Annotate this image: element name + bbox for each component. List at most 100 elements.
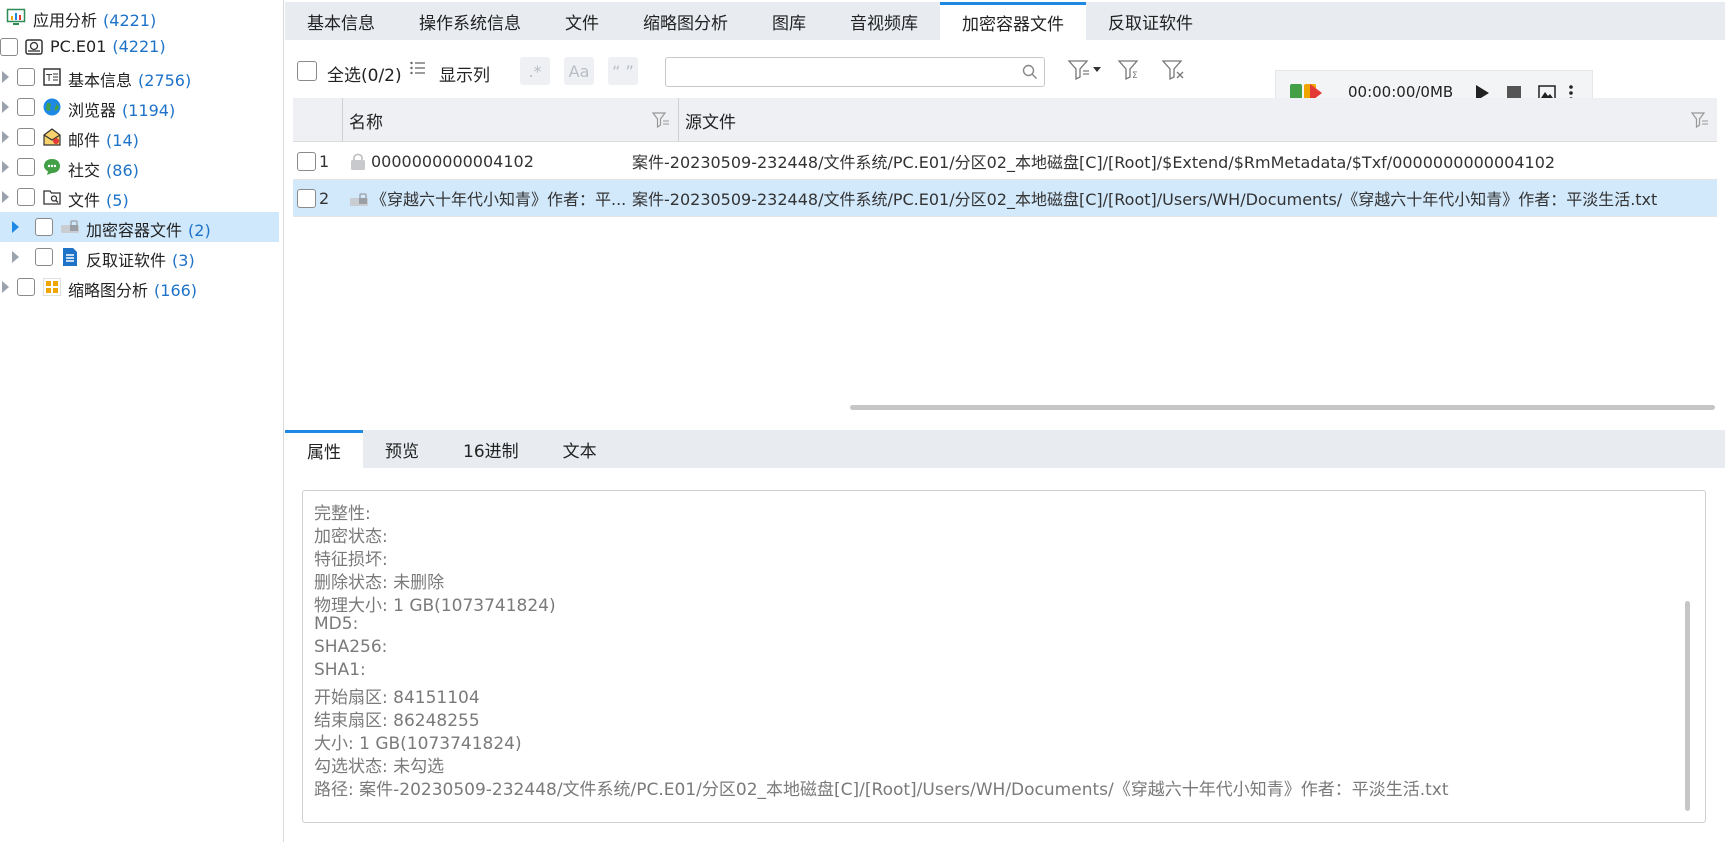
- prop-start-sector: 开始扇区: 84151104: [314, 688, 480, 708]
- grid-header: 名称 源文件: [293, 98, 1717, 142]
- tab-anti-forensics[interactable]: 反取证软件: [1086, 2, 1215, 40]
- tree-checkbox[interactable]: [17, 68, 35, 86]
- tree-count: (3): [172, 251, 195, 270]
- prop-md5: MD5:: [314, 614, 359, 634]
- row-checkbox[interactable]: [297, 189, 316, 208]
- search-input[interactable]: [665, 57, 1045, 87]
- tree-label: 缩略图分析: [68, 281, 149, 300]
- top-tab-bar: 基本信息 操作系统信息 文件 缩略图分析 图库 音视频库 加密容器文件 反取证软…: [285, 2, 1725, 40]
- tree-checkbox[interactable]: [17, 128, 35, 146]
- tab-basic-info[interactable]: 基本信息: [285, 2, 397, 40]
- document-icon: [60, 247, 80, 267]
- expand-arrow-icon[interactable]: [2, 101, 9, 113]
- thumbnail-grid-icon: [42, 277, 62, 297]
- table-row[interactable]: 1 0000000000004102 案件-20230509-232448/文件…: [293, 143, 1717, 180]
- exact-match-button[interactable]: “ ”: [608, 57, 638, 85]
- expand-arrow-icon[interactable]: [2, 281, 9, 293]
- tree-node-social[interactable]: 社交 (86): [0, 152, 279, 182]
- filter-dropdown-icon[interactable]: [1067, 58, 1107, 86]
- lock-icon: [349, 153, 367, 175]
- expand-arrow-icon[interactable]: [2, 161, 9, 173]
- prop-size: 大小: 1 GB(1073741824): [314, 734, 522, 754]
- row-source-path: 案件-20230509-232448/文件系统/PC.E01/分区02_本地磁盘…: [632, 153, 1556, 172]
- tree-count: (2): [188, 221, 211, 240]
- prop-deletion-status: 删除状态: 未删除: [314, 573, 445, 593]
- prop-signature-damage: 特征损坏:: [314, 550, 388, 570]
- tree-node-anti-forensics[interactable]: 反取证软件 (3): [0, 242, 279, 272]
- tab-hex[interactable]: 16进制: [441, 430, 541, 468]
- prop-sha1: SHA1:: [314, 660, 366, 680]
- column-source-label: 源文件: [685, 112, 736, 133]
- row-checkbox[interactable]: [297, 152, 316, 171]
- tree-checkbox[interactable]: [17, 278, 35, 296]
- regex-toggle-button[interactable]: .*: [520, 57, 550, 85]
- info-table-icon: T: [42, 67, 62, 87]
- tree-label: 文件: [68, 191, 101, 210]
- row-index: 2: [319, 188, 330, 208]
- tab-thumbnail-analysis[interactable]: 缩略图分析: [621, 2, 750, 40]
- expand-arrow-icon[interactable]: [12, 251, 19, 263]
- tree-count: (86): [106, 161, 139, 180]
- column-header-name[interactable]: 名称: [343, 98, 679, 142]
- tree-node-files[interactable]: 文件 (5): [0, 182, 279, 212]
- tree-checkbox[interactable]: [35, 218, 53, 236]
- search-icon[interactable]: [1022, 64, 1038, 80]
- tab-gallery[interactable]: 图库: [750, 2, 828, 40]
- expand-arrow-icon[interactable]: [2, 71, 9, 83]
- prop-integrity: 完整性:: [314, 504, 371, 524]
- tree-label: 反取证软件: [86, 251, 167, 270]
- filter-sigma-icon[interactable]: Σ: [1117, 58, 1143, 86]
- svg-text:Σ: Σ: [1132, 71, 1138, 81]
- expand-arrow-icon[interactable]: [12, 221, 19, 233]
- properties-panel: 完整性: 加密状态: 特征损坏: 删除状态: 未删除 物理大小: 1 GB(10…: [302, 490, 1706, 823]
- tab-media-library[interactable]: 音视频库: [828, 2, 940, 40]
- expand-arrow-icon[interactable]: [2, 191, 9, 203]
- encrypted-drive-icon: [60, 217, 80, 237]
- tree-checkbox[interactable]: [35, 248, 53, 266]
- tab-preview[interactable]: 预览: [363, 430, 441, 468]
- vertical-scrollbar[interactable]: [1685, 601, 1690, 811]
- tab-os-info[interactable]: 操作系统信息: [397, 2, 543, 40]
- expand-arrow-icon[interactable]: [2, 131, 9, 143]
- tree-count: (4221): [112, 37, 166, 56]
- tab-files[interactable]: 文件: [543, 2, 621, 40]
- tab-text[interactable]: 文本: [541, 430, 619, 468]
- tree-node-mail[interactable]: 邮件 (14): [0, 122, 279, 152]
- select-all-checkbox[interactable]: [297, 61, 317, 81]
- tree-label: 社交: [68, 161, 101, 180]
- show-columns-button[interactable]: 显示列: [439, 61, 490, 86]
- table-row[interactable]: 2 《穿越六十年代小知青》作者：平... 案件-20230509-232448/…: [293, 180, 1717, 217]
- list-icon[interactable]: [409, 59, 427, 82]
- row-index: 1: [319, 151, 330, 171]
- tree-count: (1194): [122, 101, 176, 120]
- tree-node-encrypted-container[interactable]: 加密容器文件 (2): [0, 212, 279, 242]
- select-all-label[interactable]: 全选(0/2): [327, 61, 402, 86]
- tree-node-thumbnail-analysis[interactable]: 缩略图分析 (166): [0, 272, 279, 302]
- tree-label: 加密容器文件: [86, 221, 183, 240]
- clear-filter-icon[interactable]: [1161, 58, 1187, 86]
- prop-check-status: 勾选状态: 未勾选: [314, 757, 445, 777]
- prop-sha256: SHA256:: [314, 637, 388, 657]
- header-index-cell: [293, 98, 343, 142]
- tree-checkbox[interactable]: [17, 188, 35, 206]
- horizontal-scrollbar[interactable]: [850, 405, 1715, 410]
- tree-checkbox[interactable]: [17, 98, 35, 116]
- tree-label: 邮件: [68, 131, 101, 150]
- prop-path: 路径: 案件-20230509-232448/文件系统/PC.E01/分区02_…: [314, 780, 1449, 800]
- column-filter-icon[interactable]: [1690, 112, 1709, 133]
- tree-node-pc-e01[interactable]: PC.E01 (4221): [0, 32, 279, 62]
- tree-node-app-analysis[interactable]: 应用分析 (4221): [0, 2, 279, 32]
- tree-checkbox[interactable]: [0, 38, 18, 56]
- match-case-button[interactable]: Aa: [564, 57, 594, 85]
- tab-encrypted-container[interactable]: 加密容器文件: [940, 2, 1086, 40]
- encrypted-drive-icon: [349, 191, 369, 213]
- tree-node-browser[interactable]: 浏览器 (1194): [0, 92, 279, 122]
- tree-checkbox[interactable]: [17, 158, 35, 176]
- column-name-label: 名称: [349, 112, 383, 133]
- tree-label: 应用分析: [33, 11, 98, 30]
- tree-node-basic-info[interactable]: T 基本信息 (2756): [0, 62, 279, 92]
- tree-label: 基本信息: [68, 71, 133, 90]
- tab-properties[interactable]: 属性: [285, 430, 363, 468]
- column-filter-icon[interactable]: [651, 112, 670, 133]
- column-header-source[interactable]: 源文件: [679, 98, 1709, 142]
